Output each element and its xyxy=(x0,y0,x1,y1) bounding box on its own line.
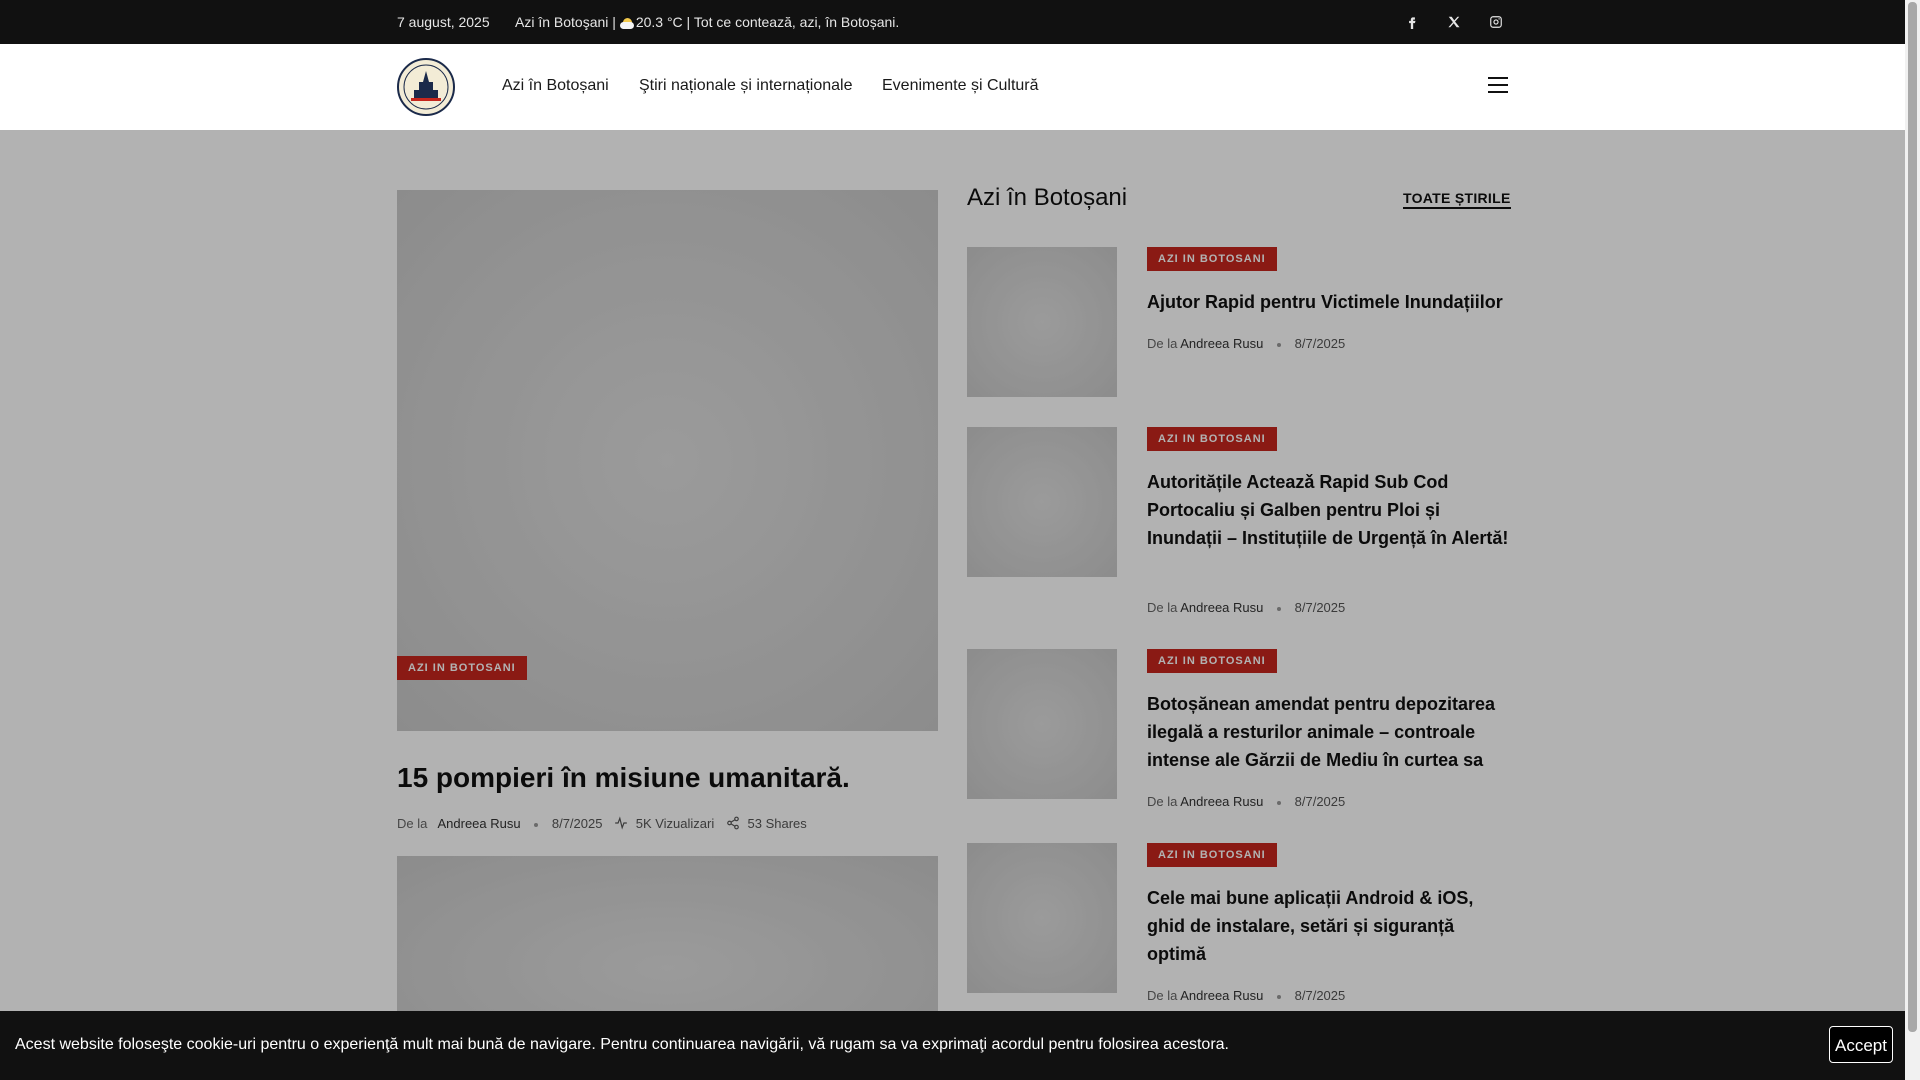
article-date: 8/7/2025 xyxy=(1294,988,1346,1003)
tagline-prefix: Azi în Botoşani | xyxy=(515,14,620,30)
article-category-badge[interactable]: AZI IN BOTOSANI xyxy=(1147,843,1277,867)
current-date: 7 august, 2025 xyxy=(397,14,490,30)
article-date: 8/7/2025 xyxy=(551,816,603,831)
main-content: AZI IN BOTOSANI 15 pompieri în misiune u… xyxy=(0,130,1905,1080)
meta-by: De la xyxy=(1147,988,1178,1003)
article-thumbnail[interactable] xyxy=(967,843,1117,993)
article-meta: De la Andreea Rusu 8/7/2025 xyxy=(1147,988,1345,1003)
article-meta: De la Andreea Rusu 8/7/2025 xyxy=(1147,600,1345,615)
meta-separator xyxy=(1277,342,1282,347)
share-icon xyxy=(726,816,740,833)
nav-stiri-nationale[interactable]: Ştiri naționale și internaționale xyxy=(639,77,852,95)
author-link[interactable]: Andreea Rusu xyxy=(437,816,520,831)
cookie-message: Acest website foloseşte cookie-uri pentr… xyxy=(15,1036,1229,1053)
hero-article-title[interactable]: 15 pompieri în misiune umanitară. xyxy=(397,762,850,794)
meta-separator xyxy=(1277,800,1282,805)
article-thumbnail[interactable] xyxy=(967,247,1117,397)
site-logo[interactable] xyxy=(397,58,455,116)
meta-by: De la xyxy=(1147,600,1178,615)
article-meta: De la Andreea Rusu 8/7/2025 xyxy=(1147,794,1345,809)
nav-azi-in-botosani[interactable]: Azi în Botoșani xyxy=(502,77,609,95)
article-title[interactable]: Ajutor Rapid pentru Victimele Inundațiil… xyxy=(1147,288,1509,316)
article-date: 8/7/2025 xyxy=(1294,794,1346,809)
site-tagline: Azi în Botoşani | 20.3 °C | Tot ce conte… xyxy=(515,14,899,30)
nav-evenimente-cultura[interactable]: Evenimente și Cultură xyxy=(882,77,1039,95)
article-title[interactable]: Autoritățile Acteazǎ Rapid Sub Cod Porto… xyxy=(1147,468,1509,552)
author-link[interactable]: Andreea Rusu xyxy=(1180,988,1263,1003)
hero-article-meta: De la Andreea Rusu 8/7/2025 5K Vizualiza… xyxy=(397,816,807,833)
accept-cookies-button[interactable]: Accept xyxy=(1829,1026,1893,1063)
section-title: Azi în Botoșani xyxy=(967,184,1128,211)
cookie-banner: Acest website foloseşte cookie-uri pentr… xyxy=(0,1011,1905,1080)
page-scrollbar[interactable] xyxy=(1905,0,1920,1080)
view-count: 5K Vizualizari xyxy=(635,816,715,831)
hamburger-icon[interactable] xyxy=(1488,77,1508,93)
hero-category-badge[interactable]: AZI IN BOTOSANI xyxy=(397,656,527,680)
article-date: 8/7/2025 xyxy=(1294,336,1346,351)
scrollbar-thumb[interactable] xyxy=(1908,2,1917,1032)
article-title[interactable]: Botoșănean amendat pentru depozitarea il… xyxy=(1147,690,1509,774)
site-header: Azi în Botoșani Ştiri naționale și inter… xyxy=(0,44,1905,130)
meta-by: De la xyxy=(397,816,428,831)
facebook-icon[interactable] xyxy=(1402,12,1422,32)
article-thumbnail[interactable] xyxy=(967,427,1117,577)
author-link[interactable]: Andreea Rusu xyxy=(1180,794,1263,809)
partly-cloudy-icon xyxy=(619,18,634,29)
article-category-badge[interactable]: AZI IN BOTOSANI xyxy=(1147,649,1277,673)
all-news-link[interactable]: TOATE ȘTIRILE xyxy=(1403,190,1511,209)
meta-separator xyxy=(1277,994,1282,999)
author-link[interactable]: Andreea Rusu xyxy=(1180,600,1263,615)
activity-icon xyxy=(614,816,628,833)
author-link[interactable]: Andreea Rusu xyxy=(1180,336,1263,351)
hero-article-image[interactable] xyxy=(397,190,938,731)
article-thumbnail[interactable] xyxy=(967,649,1117,799)
share-count: 53 Shares xyxy=(747,816,807,831)
article-category-badge[interactable]: AZI IN BOTOSANI xyxy=(1147,247,1277,271)
meta-separator xyxy=(1277,606,1282,611)
top-bar: 7 august, 2025 Azi în Botoşani | 20.3 °C… xyxy=(0,0,1905,44)
tagline-weather: 20.3 °C | Tot ce contează, azi, în Botoș… xyxy=(635,14,900,30)
article-category-badge[interactable]: AZI IN BOTOSANI xyxy=(1147,427,1277,451)
article-date: 8/7/2025 xyxy=(1294,600,1346,615)
meta-separator xyxy=(534,822,539,827)
meta-by: De la xyxy=(1147,794,1178,809)
article-title[interactable]: Cele mai bune aplicații Android & iOS, g… xyxy=(1147,884,1509,968)
meta-by: De la xyxy=(1147,336,1178,351)
article-meta: De la Andreea Rusu 8/7/2025 xyxy=(1147,336,1345,351)
x-icon[interactable] xyxy=(1444,12,1464,32)
instagram-icon[interactable] xyxy=(1486,12,1506,32)
